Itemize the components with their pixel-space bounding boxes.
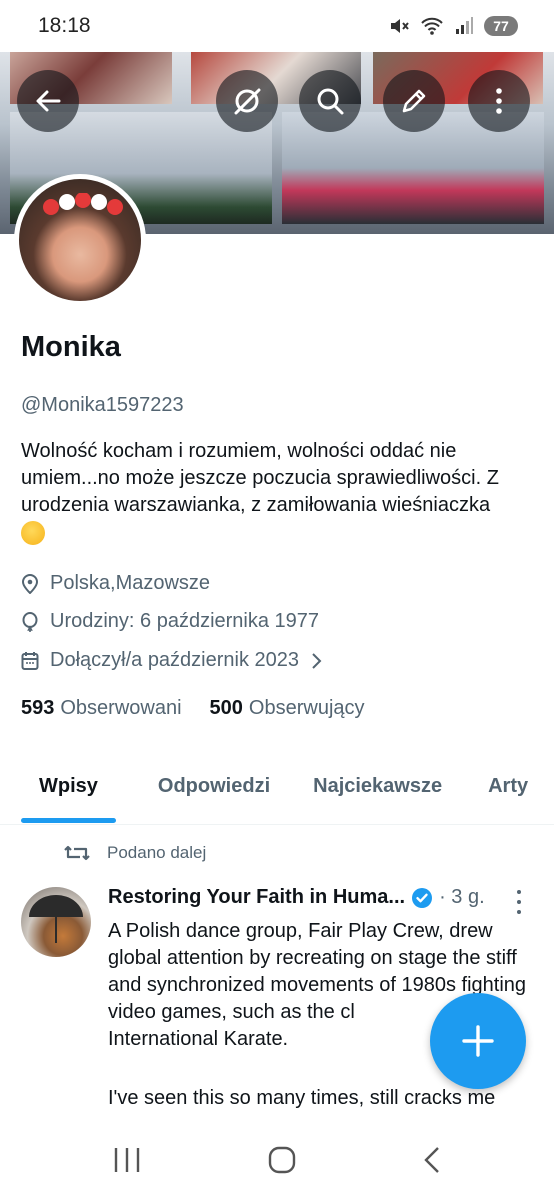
followers-link[interactable]: 500 Obserwujący	[210, 697, 365, 720]
grok-icon	[234, 88, 261, 115]
tab-label: Wpisy	[39, 775, 98, 797]
tab-articles[interactable]: Arty	[488, 760, 528, 824]
status-icons: 77	[388, 15, 518, 37]
following-label: Obserwowani	[60, 697, 182, 719]
following-link[interactable]: 593 Obserwowani	[21, 697, 182, 720]
tweet-header: Restoring Your Faith in Huma... · 3 g.	[108, 886, 488, 909]
profile-tabs: Wpisy Odpowiedzi Najciekawsze Arty	[0, 760, 554, 825]
tab-label: Arty	[488, 775, 529, 797]
more-vertical-icon	[496, 88, 502, 114]
flower-wreath-image	[43, 193, 123, 215]
recent-apps-icon[interactable]	[112, 1146, 142, 1174]
compose-post-button[interactable]	[430, 993, 526, 1089]
search-button[interactable]	[299, 70, 361, 132]
tweet-author-avatar[interactable]	[21, 887, 91, 957]
back-icon[interactable]	[422, 1145, 442, 1175]
more-button[interactable]	[468, 70, 530, 132]
tweet-more-button[interactable]	[509, 890, 529, 914]
tab-replies[interactable]: Odpowiedzi	[158, 760, 270, 824]
tab-label: Najciekawsze	[313, 775, 443, 797]
wifi-icon	[421, 17, 443, 35]
back-button[interactable]	[17, 70, 79, 132]
grok-button[interactable]	[216, 70, 278, 132]
search-icon	[317, 88, 344, 115]
joined-text: Dołączył/a październik 2023	[50, 649, 300, 671]
bio-text: Wolność kocham i rozumiem, wolności odda…	[21, 440, 499, 516]
active-tab-indicator	[21, 818, 116, 823]
birthday-text: Urodziny: 6 października 1977	[50, 610, 320, 632]
location-text: Polska,Mazowsze	[50, 572, 211, 594]
calendar-icon	[21, 651, 39, 670]
repost-indicator: Podano dalej	[63, 842, 206, 864]
back-arrow-icon	[36, 90, 61, 112]
profile-joined[interactable]: Dołączył/a październik 2023	[21, 649, 322, 672]
system-navigation-bar	[0, 1120, 554, 1200]
following-count: 593	[21, 697, 55, 719]
chevron-right-icon	[312, 652, 322, 669]
profile-handle: @Monika1597223	[21, 394, 184, 416]
profile-name: Monika	[21, 331, 121, 363]
edit-icon	[402, 89, 426, 113]
tab-posts[interactable]: Wpisy	[21, 760, 116, 824]
tab-highlights[interactable]: Najciekawsze	[313, 760, 442, 824]
profile-avatar[interactable]	[14, 174, 146, 306]
tweet-text-second-paragraph: I've seen this so many times, still crac…	[108, 1087, 496, 1109]
profile-birthday: Urodziny: 6 października 1977	[21, 610, 319, 633]
repost-label: Podano dalej	[107, 843, 207, 862]
winking-face-emoji-icon	[21, 521, 45, 545]
balloon-icon	[22, 611, 38, 632]
tab-label: Odpowiedzi	[157, 775, 271, 797]
repost-icon	[64, 845, 90, 861]
profile-location: Polska,Mazowsze	[21, 572, 210, 595]
tweet-author-name[interactable]: Restoring Your Faith in Huma...	[108, 886, 405, 909]
tweet-text-continuation: International Karate.	[108, 1028, 289, 1050]
verified-badge-icon	[412, 887, 433, 908]
followers-count: 500	[209, 697, 243, 719]
battery-indicator: 77	[484, 16, 518, 36]
mute-icon	[391, 19, 409, 33]
plus-icon	[462, 1025, 494, 1057]
location-pin-icon	[21, 573, 39, 594]
tweet-time: · 3 g.	[439, 886, 485, 908]
status-time: 18:18	[38, 14, 91, 37]
edit-button[interactable]	[383, 70, 445, 132]
umbrella-image	[29, 895, 83, 943]
status-bar: 18:18 77	[0, 0, 554, 52]
followers-label: Obserwujący	[248, 697, 365, 719]
home-icon[interactable]	[267, 1145, 297, 1175]
profile-bio: Wolność kocham i rozumiem, wolności odda…	[21, 438, 541, 545]
signal-icon	[456, 17, 473, 34]
follow-stats: 593 Obserwowani 500 Obserwujący	[21, 697, 365, 720]
